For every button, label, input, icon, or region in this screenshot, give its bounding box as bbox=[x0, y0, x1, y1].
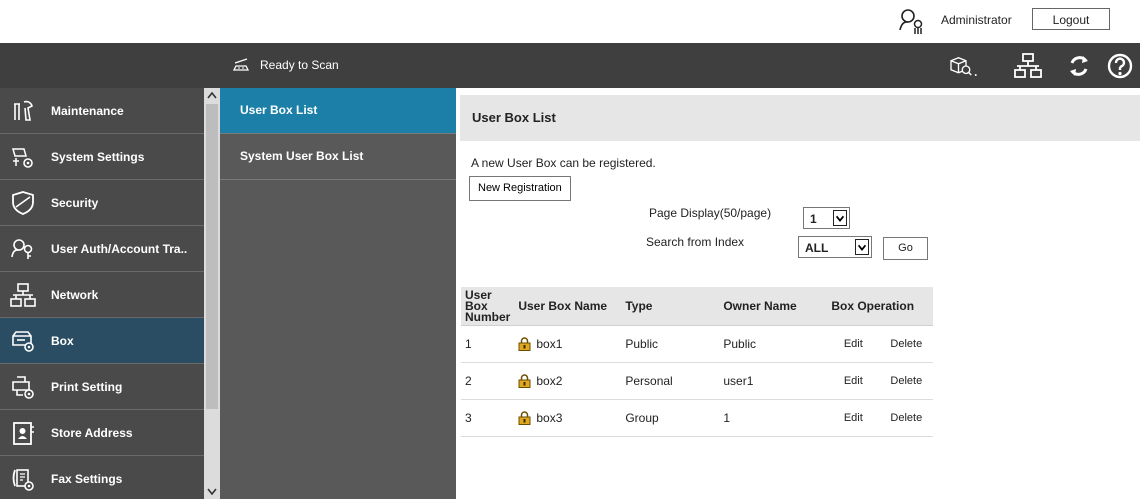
sidebar: Maintenance System Settings Security Use… bbox=[0, 88, 220, 499]
cell-owner: user1 bbox=[719, 362, 828, 400]
page-select[interactable]: 1 bbox=[803, 207, 850, 229]
cell-owner: 1 bbox=[719, 399, 828, 437]
scanner-icon bbox=[232, 58, 250, 71]
scroll-up-icon[interactable] bbox=[204, 88, 220, 104]
lock-icon bbox=[518, 411, 531, 425]
box-icon bbox=[12, 330, 34, 352]
cell-type: Group bbox=[621, 399, 720, 437]
sidebar-scrollbar[interactable] bbox=[204, 88, 220, 499]
sidebar-item-store-address[interactable]: Store Address bbox=[0, 410, 204, 456]
main-content: User Box List A new User Box can be regi… bbox=[456, 88, 1140, 499]
user-settings-icon bbox=[899, 9, 923, 34]
refresh-icon[interactable] bbox=[1064, 51, 1094, 81]
store-address-icon bbox=[13, 421, 34, 445]
scan-status: Ready to Scan bbox=[231, 57, 339, 73]
cell-number: 2 bbox=[461, 362, 515, 400]
cell-box-name[interactable]: box3 bbox=[514, 399, 622, 437]
page-select-value: 1 bbox=[810, 212, 817, 226]
print-setting-icon bbox=[12, 375, 34, 399]
lock-icon bbox=[518, 374, 531, 388]
cell-owner: Public bbox=[719, 325, 828, 363]
header-type: Type bbox=[621, 287, 720, 326]
sidebar-item-user-auth[interactable]: User Auth/Account Tra.. bbox=[0, 226, 204, 272]
index-select[interactable]: ALL bbox=[798, 236, 872, 258]
chevron-down-icon bbox=[833, 210, 847, 226]
system-settings-icon bbox=[12, 147, 33, 168]
cell-box-name[interactable]: box1 bbox=[514, 325, 622, 363]
network-icon bbox=[10, 282, 36, 307]
cell-number: 1 bbox=[461, 325, 515, 363]
submenu-user-box-list[interactable]: User Box List bbox=[220, 88, 456, 134]
page-title: User Box List bbox=[460, 95, 1140, 141]
sidebar-item-box[interactable]: Box bbox=[0, 318, 204, 364]
cell-type: Personal bbox=[621, 362, 720, 400]
sidebar-item-network[interactable]: Network bbox=[0, 272, 204, 318]
chevron-down-icon bbox=[855, 239, 869, 255]
header-user-box-name: User Box Name bbox=[514, 287, 622, 326]
sidebar-item-system-settings[interactable]: System Settings bbox=[0, 134, 204, 180]
help-icon[interactable] bbox=[1105, 51, 1135, 81]
index-select-value: ALL bbox=[805, 241, 829, 255]
scan-status-text: Ready to Scan bbox=[260, 58, 339, 72]
table-header-row: User Box Number User Box Name Type Owner… bbox=[461, 287, 934, 326]
network-icon[interactable] bbox=[1013, 51, 1043, 81]
delete-button[interactable]: Delete bbox=[890, 371, 922, 391]
maintenance-icon bbox=[14, 100, 33, 121]
header-bar: Ready to Scan bbox=[0, 43, 1140, 88]
delete-button[interactable]: Delete bbox=[890, 334, 922, 354]
intro-text: A new User Box can be registered. bbox=[471, 156, 656, 170]
scrollbar-thumb[interactable] bbox=[206, 104, 218, 409]
cell-number: 3 bbox=[461, 399, 515, 437]
edit-button[interactable]: Edit bbox=[844, 408, 863, 428]
sidebar-item-security[interactable]: Security bbox=[0, 180, 204, 226]
new-registration-button[interactable]: New Registration bbox=[469, 176, 571, 201]
header-box-operation: Box Operation bbox=[827, 287, 934, 326]
lock-icon bbox=[518, 337, 531, 351]
submenu: User Box List System User Box List bbox=[220, 88, 456, 499]
top-bar: Administrator Logout bbox=[0, 0, 1140, 43]
cell-box-name[interactable]: box2 bbox=[514, 362, 622, 400]
user-name: Administrator bbox=[941, 13, 1012, 27]
user-auth-icon bbox=[11, 238, 33, 259]
header-user-box-number: User Box Number bbox=[461, 287, 515, 326]
go-button[interactable]: Go bbox=[883, 237, 928, 260]
sidebar-item-print-setting[interactable]: Print Setting bbox=[0, 364, 204, 410]
table-row: 3 box3 Group 1 Edit Delete bbox=[461, 399, 934, 437]
logout-button[interactable]: Logout bbox=[1032, 8, 1110, 30]
scroll-down-icon[interactable] bbox=[204, 483, 220, 499]
edit-button[interactable]: Edit bbox=[844, 334, 863, 354]
edit-button[interactable]: Edit bbox=[844, 371, 863, 391]
cell-type: Public bbox=[621, 325, 720, 363]
device-search-icon[interactable] bbox=[948, 51, 978, 81]
page-display-label: Page Display(50/page) bbox=[649, 206, 772, 220]
shield-icon bbox=[12, 190, 34, 215]
header-owner-name: Owner Name bbox=[719, 287, 828, 326]
table-row: 2 box2 Personal user1 Edit Delete bbox=[461, 362, 934, 400]
fax-settings-icon bbox=[12, 468, 34, 491]
user-box-table: User Box Number User Box Name Type Owner… bbox=[461, 287, 934, 437]
table-row: 1 box1 Public Public Edit Delete bbox=[461, 325, 934, 363]
delete-button[interactable]: Delete bbox=[890, 408, 922, 428]
search-index-label: Search from Index bbox=[646, 235, 745, 249]
submenu-system-user-box-list[interactable]: System User Box List bbox=[220, 134, 456, 180]
sidebar-item-fax-settings[interactable]: Fax Settings bbox=[0, 456, 204, 499]
sidebar-item-maintenance[interactable]: Maintenance bbox=[0, 88, 204, 134]
